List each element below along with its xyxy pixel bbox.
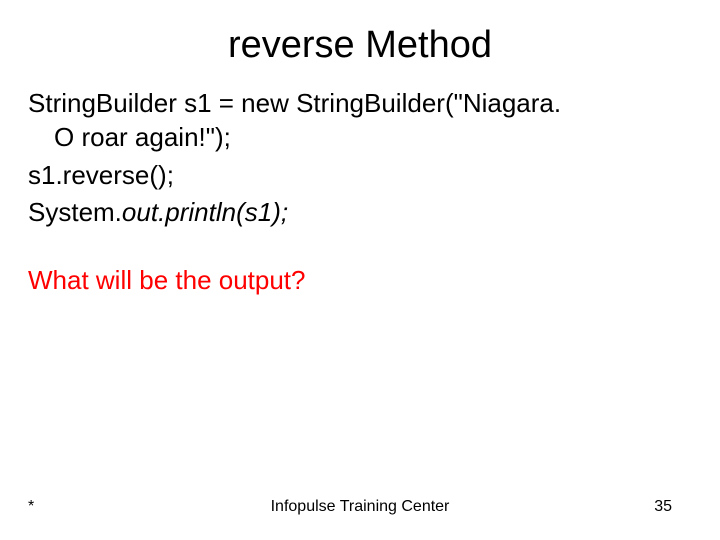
slide-title: reverse Method: [0, 0, 720, 67]
code-line-1: StringBuilder s1 = new StringBuilder("Ni…: [28, 87, 692, 155]
slide-body: StringBuilder s1 = new StringBuilder("Ni…: [0, 67, 720, 298]
slide: reverse Method StringBuilder s1 = new St…: [0, 0, 720, 540]
code-line-3-plain: System.: [28, 197, 122, 227]
footer-center: Infopulse Training Center: [0, 498, 720, 516]
code-line-2: s1.reverse();: [28, 159, 692, 193]
code-line-1b: O roar again!");: [28, 121, 692, 155]
code-line-1a: StringBuilder s1 = new StringBuilder("Ni…: [28, 88, 561, 118]
code-line-3: System.out.println(s1);: [28, 196, 692, 230]
question-text: What will be the output?: [28, 264, 692, 298]
code-line-3-italic: out.println(s1);: [122, 197, 288, 227]
slide-footer: * Infopulse Training Center 35: [0, 498, 720, 516]
page-number: 35: [654, 498, 672, 516]
footer-left: *: [28, 498, 34, 516]
